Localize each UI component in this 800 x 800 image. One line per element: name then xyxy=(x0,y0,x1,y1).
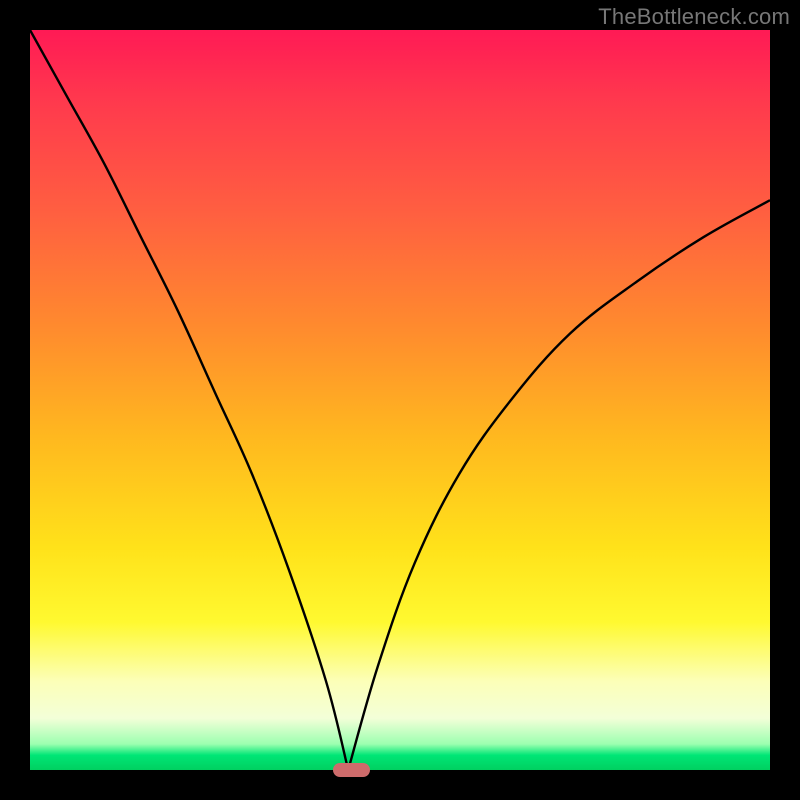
optimum-marker xyxy=(333,763,370,777)
bottleneck-curve-left xyxy=(30,30,348,770)
watermark-text: TheBottleneck.com xyxy=(598,4,790,30)
plot-area xyxy=(30,30,770,770)
curve-layer xyxy=(30,30,770,770)
chart-frame: TheBottleneck.com xyxy=(0,0,800,800)
bottleneck-curve-right xyxy=(348,200,770,770)
